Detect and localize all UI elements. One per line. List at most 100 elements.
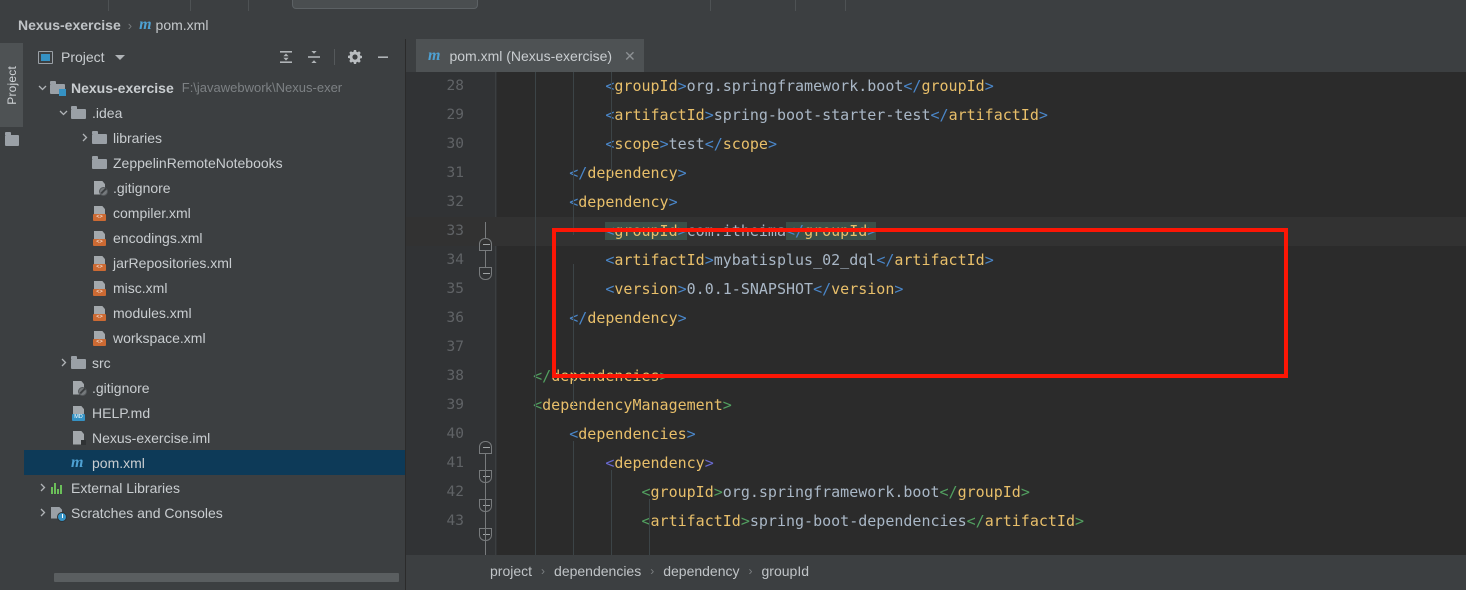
breadcrumb-item-1[interactable]: dependencies xyxy=(554,563,641,579)
line-number: 42 xyxy=(446,484,464,500)
project-panel-actions xyxy=(272,39,397,75)
gitignore-file-icon xyxy=(71,380,87,396)
line-number: 35 xyxy=(446,281,464,297)
code-text: <artifactId>spring-boot-dependencies</ar… xyxy=(641,512,1085,530)
folder-icon xyxy=(71,105,87,121)
chevron-right-icon[interactable] xyxy=(76,125,92,150)
code-line-37[interactable]: 37 xyxy=(406,333,1466,362)
tree-item-label: encodings.xml xyxy=(113,229,203,246)
fold-marker-line-32[interactable] xyxy=(479,267,492,280)
chevron-right-icon[interactable] xyxy=(34,475,50,500)
fold-marker-line-38[interactable] xyxy=(479,441,492,454)
breadcrumb-item-2[interactable]: dependency xyxy=(663,563,739,579)
tree-item-scratches-and-consoles[interactable]: Scratches and Consoles xyxy=(24,500,405,525)
breadcrumb-item-3[interactable]: groupId xyxy=(762,563,809,579)
tree-item-label: Scratches and Consoles xyxy=(71,504,223,521)
line-number: 34 xyxy=(446,252,464,268)
tree-item-label: src xyxy=(92,354,111,371)
code-line-28[interactable]: 28 <groupId>org.springframework.boot</gr… xyxy=(406,72,1466,101)
code-line-41[interactable]: 41 <dependency> xyxy=(406,449,1466,478)
tree-item-label: .gitignore xyxy=(92,379,150,396)
editor-tab-pom-xml[interactable]: m pom.xml (Nexus-exercise) ✕ xyxy=(416,39,644,72)
tree-item-label: compiler.xml xyxy=(113,204,191,221)
code-line-35[interactable]: 35 <version>0.0.1-SNAPSHOT</version> xyxy=(406,275,1466,304)
tree-item-label: workspace.xml xyxy=(113,329,206,346)
fold-marker-line-31[interactable] xyxy=(479,238,492,251)
run-configuration-selector[interactable] xyxy=(292,0,478,9)
xml-file-icon: <> xyxy=(92,280,108,296)
close-icon[interactable]: ✕ xyxy=(624,49,636,63)
code-text: <artifactId>spring-boot-starter-test</ar… xyxy=(605,106,1048,124)
tree-item-jarrepositories-xml[interactable]: <> jarRepositories.xml xyxy=(24,250,405,275)
code-line-30[interactable]: 30 <scope>test</scope> xyxy=(406,130,1466,159)
tree-item--gitignore[interactable]: .gitignore xyxy=(24,375,405,400)
code-line-29[interactable]: 29 <artifactId>spring-boot-starter-test<… xyxy=(406,101,1466,130)
code-line-43[interactable]: 43 <artifactId>spring-boot-dependencies<… xyxy=(406,507,1466,536)
code-line-34[interactable]: 34 <artifactId>mybatisplus_02_dql</artif… xyxy=(406,246,1466,275)
tree-item--idea[interactable]: .idea xyxy=(24,100,405,125)
code-line-39[interactable]: 39 <dependencyManagement> xyxy=(406,391,1466,420)
chevron-right-icon: › xyxy=(541,564,546,578)
code-line-42[interactable]: 42 <groupId>org.springframework.boot</gr… xyxy=(406,478,1466,507)
project-tree[interactable]: Nexus-exercise F:\javawebwork\Nexus-exer.… xyxy=(24,75,405,570)
project-view-icon xyxy=(38,50,53,64)
tree-item-zeppelinremotenotebooks[interactable]: ZeppelinRemoteNotebooks xyxy=(24,150,405,175)
tree-item-workspace-xml[interactable]: <> workspace.xml xyxy=(24,325,405,350)
chevron-down-icon[interactable] xyxy=(34,75,50,100)
code-content[interactable]: 28 <groupId>org.springframework.boot</gr… xyxy=(406,72,1466,536)
chevron-down-icon[interactable] xyxy=(55,100,71,125)
tree-item-help-md[interactable]: MD HELP.md xyxy=(24,400,405,425)
code-text: <groupId>com.itheima</groupId> xyxy=(605,222,877,240)
tree-item-label: jarRepositories.xml xyxy=(113,254,233,271)
code-line-38[interactable]: 38 </dependencies> xyxy=(406,362,1466,391)
nav-crumb-project[interactable]: Nexus-exercise xyxy=(18,17,121,33)
tree-item-libraries[interactable]: libraries xyxy=(24,125,405,150)
code-line-36[interactable]: 36 </dependency> xyxy=(406,304,1466,333)
tree-item-external-libraries[interactable]: External Libraries xyxy=(24,475,405,500)
tree-item-label: libraries xyxy=(113,129,163,146)
expand-all-button[interactable] xyxy=(272,43,300,71)
breadcrumb-item-0[interactable]: project xyxy=(490,563,532,579)
code-line-33[interactable]: 33 <groupId>com.itheima</groupId> xyxy=(406,217,1466,246)
tree-item-encodings-xml[interactable]: <> encodings.xml xyxy=(24,225,405,250)
minimize-icon[interactable] xyxy=(369,43,397,71)
editor-tab-bar: m pom.xml (Nexus-exercise) ✕ xyxy=(406,39,1466,73)
tree-item--gitignore[interactable]: .gitignore xyxy=(24,175,405,200)
code-editor[interactable]: 28 <groupId>org.springframework.boot</gr… xyxy=(406,72,1466,555)
tree-item-compiler-xml[interactable]: <> compiler.xml xyxy=(24,200,405,225)
tool-window-button-project[interactable]: Project xyxy=(0,43,23,127)
tree-item-label: Nexus-exercise xyxy=(71,79,174,96)
tree-item-modules-xml[interactable]: <> modules.xml xyxy=(24,300,405,325)
collapse-all-button[interactable] xyxy=(300,43,328,71)
project-panel-horizontal-scrollbar[interactable] xyxy=(54,573,399,582)
code-line-32[interactable]: 32 <dependency> xyxy=(406,188,1466,217)
tree-item-src[interactable]: src xyxy=(24,350,405,375)
tree-item-pom-xml[interactable]: m pom.xml xyxy=(24,450,405,475)
scratches-icon xyxy=(50,505,67,522)
chevron-down-icon[interactable] xyxy=(114,54,125,60)
tree-item-nexus-exercise-iml[interactable]: Nexus-exercise.iml xyxy=(24,425,405,450)
project-panel-header: Project xyxy=(24,39,405,75)
line-number: 30 xyxy=(446,136,464,152)
code-text: <dependency> xyxy=(605,454,714,472)
xml-file-icon: <> xyxy=(92,205,108,221)
xml-file-icon: <> xyxy=(92,230,108,246)
line-number: 37 xyxy=(446,339,464,355)
tree-item-misc-xml[interactable]: <> misc.xml xyxy=(24,275,405,300)
code-line-31[interactable]: 31 </dependency> xyxy=(406,159,1466,188)
nav-crumb-file[interactable]: pom.xml xyxy=(156,17,209,33)
gear-icon[interactable] xyxy=(341,43,369,71)
tree-item-nexus-exercise[interactable]: Nexus-exercise F:\javawebwork\Nexus-exer xyxy=(24,75,405,100)
gitignore-file-icon xyxy=(92,180,108,196)
folder-icon[interactable] xyxy=(5,132,19,146)
navigation-bar: Nexus-exercise › m pom.xml xyxy=(0,11,1466,39)
chevron-right-icon[interactable] xyxy=(55,350,71,375)
code-line-40[interactable]: 40 <dependencies> xyxy=(406,420,1466,449)
chevron-right-icon[interactable] xyxy=(34,500,50,525)
